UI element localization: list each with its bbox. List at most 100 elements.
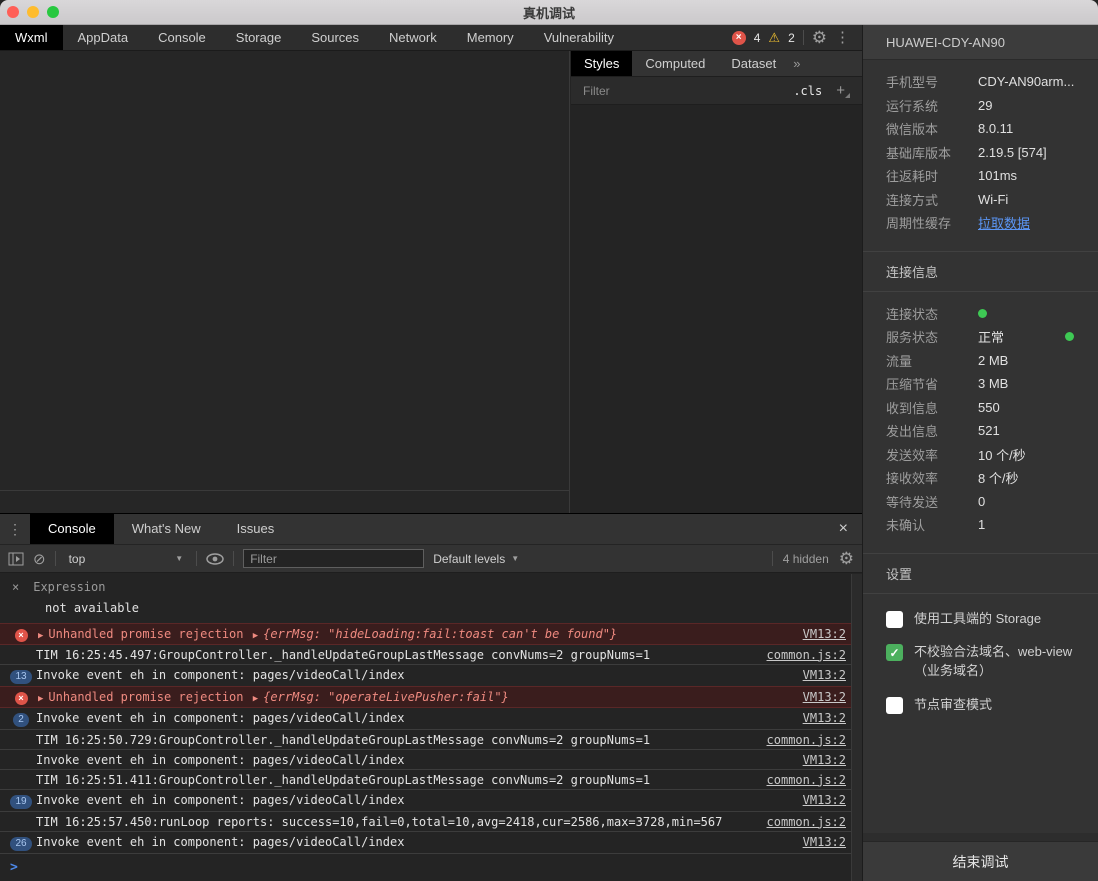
message-text: Invoke event eh in component: pages/vide… [36, 753, 791, 767]
row-label: 周期性缓存 [886, 213, 978, 232]
devtools-tab-console[interactable]: Console [143, 25, 221, 50]
more-tabs-icon[interactable]: » [793, 51, 800, 76]
drawer-tab-issues[interactable]: Issues [219, 514, 293, 544]
message-text: TIM 16:25:50.729:GroupController._handle… [36, 733, 755, 747]
row-value: 3 MB [978, 376, 1008, 391]
row-value: 521 [978, 423, 1000, 438]
row-value: 101ms [978, 168, 1017, 183]
row-label: 流量 [886, 351, 978, 370]
source-link[interactable]: common.js:2 [767, 815, 846, 829]
fetch-data-link[interactable]: 拉取数据 [978, 213, 1030, 232]
message-gutter: 13 [6, 668, 36, 684]
kebab-menu-icon[interactable]: ⋮ [835, 30, 850, 46]
devtools-tab-storage[interactable]: Storage [221, 25, 297, 50]
device-info-row: 往返耗时101ms [863, 164, 1098, 188]
remove-expression-icon[interactable]: × [12, 580, 19, 594]
styles-filter-input[interactable] [583, 84, 793, 98]
checkbox-label: 节点审查模式 [914, 696, 992, 715]
source-link[interactable]: VM13:2 [803, 793, 846, 807]
source-link[interactable]: VM13:2 [803, 668, 846, 682]
device-info-row: 服务状态正常 [863, 325, 1098, 349]
source-link[interactable]: common.js:2 [767, 733, 846, 747]
drawer-menu-icon[interactable]: ⋮ [0, 514, 30, 544]
status-dot-right [1065, 332, 1074, 341]
devtools-tab-appdata[interactable]: AppData [63, 25, 144, 50]
device-info-row: 发出信息521 [863, 419, 1098, 443]
log-levels-selector[interactable]: Default levels ▼ [433, 552, 519, 566]
checkbox[interactable] [886, 611, 903, 628]
source-link[interactable]: VM13:2 [803, 753, 846, 767]
remote-debug-window: 真机调试 WxmlAppDataConsoleStorageSourcesNet… [0, 0, 1098, 881]
divider [55, 551, 56, 566]
row-value: 8.0.11 [978, 121, 1013, 136]
source-link[interactable]: VM13:2 [803, 835, 846, 849]
devtools-tab-wxml[interactable]: Wxml [0, 25, 63, 50]
console-log-row: 26Invoke event eh in component: pages/vi… [0, 832, 862, 854]
setting-row: 使用工具端的 Storage [886, 610, 1081, 629]
console-log-row: TIM 16:25:51.411:GroupController._handle… [0, 770, 862, 790]
settings-gear-icon[interactable]: ⚙ [812, 30, 827, 46]
styles-tab-computed[interactable]: Computed [632, 51, 718, 76]
context-selector[interactable]: top ▼ [65, 552, 188, 566]
console-log-row: 13Invoke event eh in component: pages/vi… [0, 665, 862, 687]
toggle-class-button[interactable]: .cls [793, 84, 822, 98]
expand-arrow-icon[interactable]: ▶ [253, 631, 258, 641]
zoom-window-button[interactable] [47, 6, 59, 18]
expand-arrow-icon[interactable]: ▶ [38, 694, 43, 704]
divider [863, 833, 1098, 841]
device-info-row: 连接状态 [863, 302, 1098, 326]
message-list: ×▶Unhandled promise rejection ▶{errMsg: … [0, 623, 862, 854]
styles-tab-styles[interactable]: Styles [571, 51, 632, 76]
expression-result: not available [45, 601, 842, 615]
devtools-tab-network[interactable]: Network [374, 25, 452, 50]
close-drawer-icon[interactable]: × [825, 520, 862, 538]
source-link[interactable]: common.js:2 [767, 648, 846, 662]
close-window-button[interactable] [7, 6, 19, 18]
row-label: 连接方式 [886, 190, 978, 209]
styles-tab-dataset[interactable]: Dataset [718, 51, 789, 76]
console-prompt[interactable]: > [0, 854, 862, 875]
live-expression-row[interactable]: × Expression not available [0, 574, 862, 624]
repeat-count-badge: 26 [10, 837, 31, 851]
devtools-tabs: WxmlAppDataConsoleStorageSourcesNetworkM… [0, 25, 629, 50]
message-gutter [6, 815, 36, 816]
clear-console-icon[interactable]: ⊘ [33, 550, 46, 568]
wxml-breadcrumb-bar [0, 490, 569, 513]
minimize-window-button[interactable] [27, 6, 39, 18]
expand-arrow-icon[interactable]: ▶ [38, 631, 43, 641]
source-link[interactable]: VM13:2 [803, 711, 846, 725]
live-expression-eye-icon[interactable] [206, 553, 224, 565]
row-label: 运行系统 [886, 96, 978, 115]
error-icon[interactable]: × [732, 31, 746, 45]
console-settings-gear-icon[interactable]: ⚙ [839, 551, 854, 567]
console-scrollbar[interactable] [851, 574, 862, 881]
drawer-tab-console[interactable]: Console [30, 514, 114, 544]
wxml-tree-panel[interactable] [0, 51, 570, 513]
devtools-tab-vulnerability[interactable]: Vulnerability [529, 25, 629, 50]
window-title: 真机调试 [523, 3, 575, 22]
end-debug-button[interactable]: 结束调试 [863, 841, 1098, 881]
source-link[interactable]: common.js:2 [767, 773, 846, 787]
devtools-tab-memory[interactable]: Memory [452, 25, 529, 50]
checkbox[interactable] [886, 697, 903, 714]
show-console-sidebar-icon[interactable] [8, 552, 24, 566]
status-dot [978, 309, 987, 318]
row-label: 基础库版本 [886, 143, 978, 162]
drawer-tab-what-s-new[interactable]: What's New [114, 514, 219, 544]
new-style-rule-button[interactable]: + [836, 82, 850, 99]
source-link[interactable]: VM13:2 [803, 627, 846, 641]
warning-icon[interactable]: ⚠ [768, 31, 780, 45]
message-text: ▶Unhandled promise rejection ▶{errMsg: "… [36, 627, 791, 641]
console-filter-input[interactable] [243, 549, 424, 568]
message-text: TIM 16:25:57.450:runLoop reports: succes… [36, 815, 755, 829]
row-label: 等待发送 [886, 492, 978, 511]
console-log-row: Invoke event eh in component: pages/vide… [0, 750, 862, 770]
console-log-row: 19Invoke event eh in component: pages/vi… [0, 790, 862, 812]
checkbox[interactable]: ✓ [886, 644, 903, 661]
source-link[interactable]: VM13:2 [803, 690, 846, 704]
devtools-tab-sources[interactable]: Sources [296, 25, 374, 50]
expand-arrow-icon[interactable]: ▶ [253, 694, 258, 704]
window-controls [7, 6, 59, 18]
message-text: Invoke event eh in component: pages/vide… [36, 668, 791, 682]
row-value: 1 [978, 517, 985, 532]
